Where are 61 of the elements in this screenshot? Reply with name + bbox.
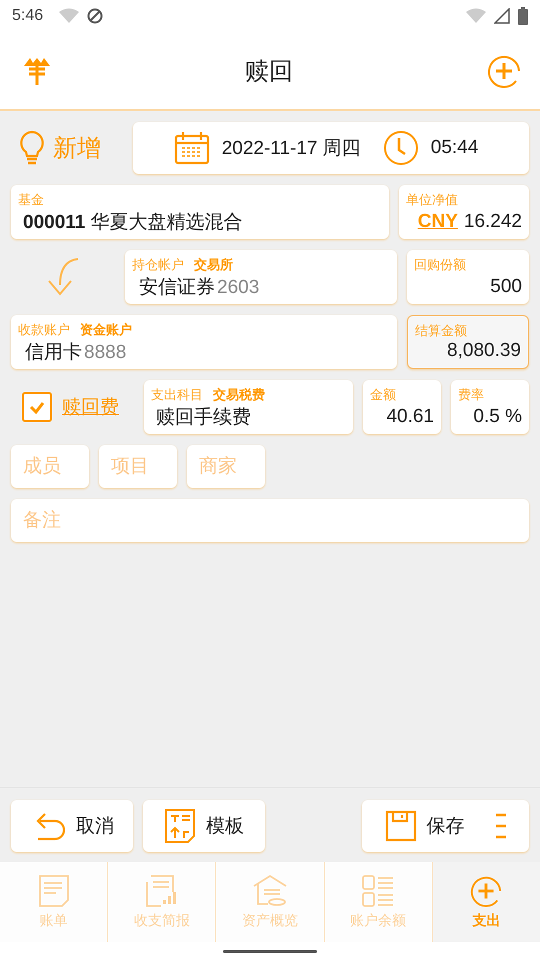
fee-rate: 0.5 %	[472, 406, 522, 428]
save-button[interactable]: 保存	[362, 800, 529, 852]
field-label: 支出科目	[151, 386, 203, 404]
mode-label: 新增	[53, 134, 101, 164]
lightbulb-icon	[19, 130, 45, 166]
receiving-account-field[interactable]: 收款账户 资金账户 信用卡8888	[11, 315, 397, 369]
wifi-icon	[466, 8, 486, 24]
status-time: 5:46	[12, 7, 44, 25]
date-text[interactable]: 2022-11-17 周四	[222, 135, 361, 161]
field-label: 结算金额	[415, 322, 468, 340]
account-number: 2603	[217, 277, 260, 299]
page-title: 赎回	[245, 56, 293, 86]
field-label: 金额	[370, 386, 397, 404]
document-icon	[38, 874, 70, 908]
cancel-button[interactable]: 取消	[11, 800, 133, 852]
house-coins-icon	[252, 874, 288, 908]
account-type: 交易所	[194, 256, 233, 274]
field-label: 回购份额	[414, 256, 467, 274]
shares-value: 500	[489, 276, 522, 298]
shares-field[interactable]: 回购份额 500	[407, 250, 529, 304]
tag-field[interactable]: 项目	[99, 445, 177, 488]
template-icon	[164, 808, 196, 844]
note-field[interactable]: 备注	[11, 499, 529, 542]
calendar-icon[interactable]	[174, 131, 210, 165]
time-text[interactable]: 05:44	[430, 137, 478, 159]
wifi-icon	[59, 8, 80, 24]
signal-icon	[494, 8, 510, 24]
tag-field[interactable]: 商家	[187, 445, 265, 488]
report-chart-icon	[144, 874, 179, 908]
fee-amount: 40.61	[385, 406, 434, 428]
field-label: 单位净值	[406, 191, 459, 209]
holding-account-field[interactable]: 持仓帐户 交易所 安信证券 2603	[125, 250, 397, 304]
home-indicator[interactable]	[223, 950, 317, 952]
category-value: 赎回手续费	[155, 406, 252, 430]
plus-icon	[469, 874, 504, 908]
nav-field[interactable]: 单位净值 CNY 16.242	[399, 185, 529, 239]
fund-field[interactable]: 基金 000011 华夏大盘精选混合	[11, 185, 389, 239]
field-label: 持仓帐户	[132, 256, 184, 274]
account-name: 安信证券	[139, 276, 215, 300]
account-name: 信用卡	[25, 341, 82, 365]
fee-amount-field[interactable]: 金额 40.61	[363, 380, 441, 434]
field-label: 费率	[458, 386, 485, 404]
settlement-value: 8,080.39	[446, 340, 521, 362]
category-field[interactable]: 支出科目 交易税费 赎回手续费	[144, 380, 353, 434]
fee-rate-field[interactable]: 费率 0.5 %	[451, 380, 529, 434]
nav-value: 16.242	[464, 211, 522, 233]
account-number: 8888	[84, 342, 126, 364]
yen-logo-icon	[22, 56, 52, 86]
menu-icon	[494, 813, 506, 839]
tag-field[interactable]: 成员	[11, 445, 89, 488]
battery-icon	[518, 7, 528, 25]
account-type: 资金账户	[80, 321, 132, 339]
curved-arrow-icon	[46, 257, 80, 297]
checkbox[interactable]	[22, 392, 52, 422]
field-label: 收款账户	[18, 321, 70, 339]
category-type: 交易税费	[213, 386, 265, 404]
clock-icon[interactable]	[382, 130, 419, 166]
template-button[interactable]: 模板	[143, 800, 265, 852]
field-label: 基金	[18, 191, 45, 209]
list-icon	[361, 874, 396, 908]
fund-name: 000011 华夏大盘精选混合	[22, 211, 244, 235]
